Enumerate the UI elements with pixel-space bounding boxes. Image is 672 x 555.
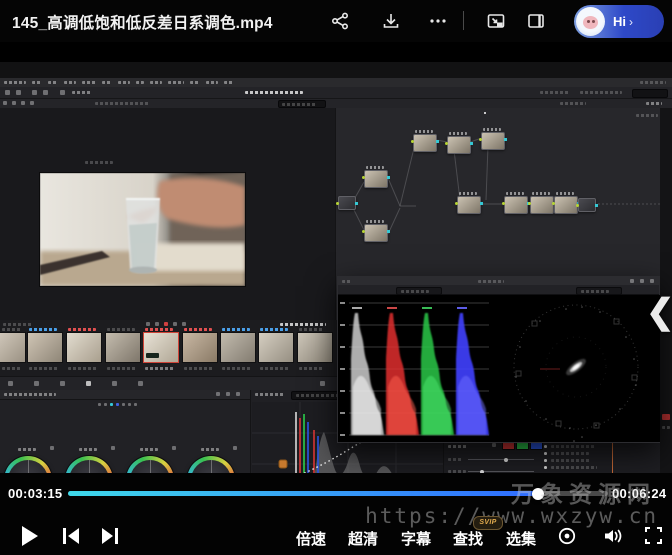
video-preview — [39, 172, 246, 287]
svip-badge: SVIP — [473, 516, 503, 530]
subtitles-button[interactable]: 字幕 — [401, 528, 431, 549]
rgb-parade-scope — [339, 295, 491, 442]
scopes-window — [337, 276, 660, 443]
maximize-icon[interactable] — [640, 279, 644, 283]
timeline-clip[interactable] — [105, 332, 141, 363]
avatar-greeting: Hi — [613, 14, 626, 29]
output-node[interactable] — [576, 198, 598, 212]
timeline-clip[interactable] — [27, 332, 63, 363]
close-icon[interactable] — [650, 279, 654, 283]
download-icon[interactable] — [381, 11, 401, 31]
timeline-clip[interactable] — [297, 332, 333, 363]
corrector-node[interactable] — [362, 220, 390, 242]
scopes-titlebar[interactable] — [338, 277, 659, 285]
topbar-divider — [463, 11, 464, 30]
watermark-site-url: https://www.wxzyw.cn — [365, 504, 658, 528]
timeline-clip-selected[interactable] — [143, 332, 179, 363]
target-circle-icon[interactable] — [557, 526, 577, 551]
corrector-node[interactable] — [455, 192, 483, 214]
next-button[interactable] — [99, 527, 121, 550]
corrector-node[interactable] — [362, 166, 390, 188]
quality-button[interactable]: 超清 — [348, 528, 378, 549]
parade-mode-dropdown[interactable] — [396, 286, 442, 295]
corrector-node[interactable] — [445, 132, 473, 154]
param-slider[interactable] — [468, 469, 534, 474]
vectorscope — [491, 295, 660, 442]
param-slider[interactable] — [468, 457, 534, 462]
corrector-node[interactable] — [552, 192, 580, 214]
minimize-icon[interactable] — [630, 279, 634, 283]
side-panel-toggle-arrow[interactable]: ❮ — [646, 292, 672, 332]
timeline-clip[interactable] — [258, 332, 294, 363]
avatar — [576, 7, 605, 36]
more-icon[interactable] — [428, 11, 448, 31]
progress-fill — [68, 491, 538, 496]
chevron-right-icon: › — [629, 14, 633, 29]
video-player-window: 145_高调低饱和低反差日系调色.mp4 Hi › ❮ 00:03:15 00:… — [0, 0, 672, 555]
corrector-node[interactable] — [502, 192, 530, 214]
video-frame-screencast: ❮ — [0, 42, 672, 516]
source-node[interactable] — [336, 196, 358, 210]
corrector-node[interactable] — [528, 192, 556, 214]
timeline-clip[interactable] — [66, 332, 102, 363]
timeline-clip[interactable] — [182, 332, 218, 363]
timeline-clip[interactable] — [220, 332, 256, 363]
editor-menubar — [0, 78, 672, 87]
share-icon[interactable] — [330, 11, 350, 31]
pip-icon[interactable] — [486, 11, 506, 31]
search-button[interactable]: 查找 — [453, 528, 483, 549]
current-time: 00:03:15 — [8, 486, 63, 501]
video-title: 145_高调低饱和低反差日系调色.mp4 — [12, 15, 273, 32]
playlist-button[interactable]: 选集 — [506, 528, 536, 549]
playback-speed-button[interactable]: 倍速 — [296, 528, 326, 549]
timeline-clip[interactable] — [0, 332, 26, 363]
account-avatar-pill[interactable]: Hi › — [574, 5, 664, 38]
editor-window — [0, 78, 672, 516]
play-button[interactable] — [18, 525, 40, 552]
editor-toolbar — [0, 87, 672, 99]
corrector-node[interactable] — [479, 128, 507, 150]
corrector-node[interactable] — [411, 130, 439, 152]
dock-window-icon[interactable] — [526, 11, 546, 31]
previous-button[interactable] — [60, 527, 82, 550]
volume-icon[interactable] — [602, 526, 624, 551]
fullscreen-icon[interactable] — [644, 526, 663, 550]
vectorscope-mode-dropdown[interactable] — [576, 286, 622, 295]
player-topbar: 145_高调低饱和低反差日系调色.mp4 Hi › — [0, 0, 672, 42]
viewer-panel — [0, 108, 335, 320]
